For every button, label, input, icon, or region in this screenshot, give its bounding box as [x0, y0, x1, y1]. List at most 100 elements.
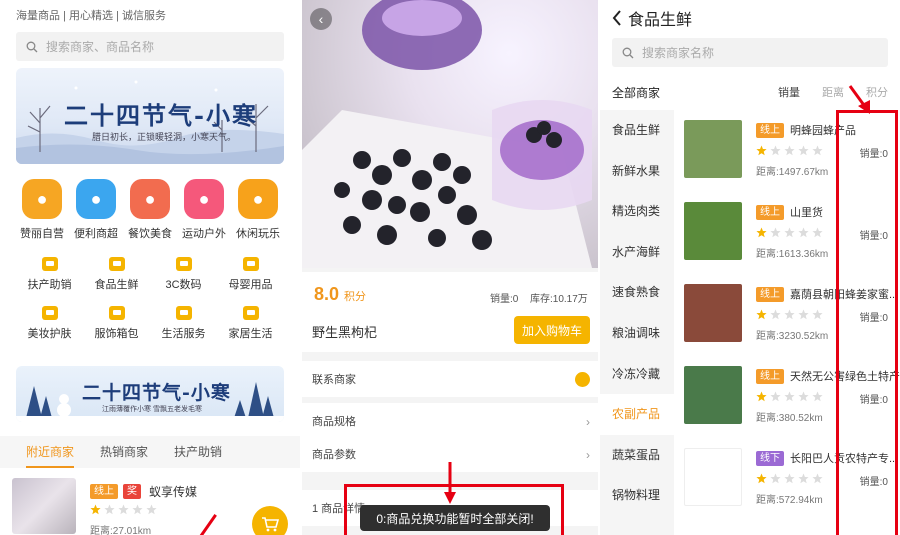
category-label: 便利商超 — [74, 228, 118, 240]
subcategory-item[interactable]: 3C数码 — [150, 257, 217, 292]
sidebar-item[interactable]: 冷冻冷藏 — [600, 354, 674, 395]
category-label: 餐饮美食 — [128, 228, 172, 240]
sidebar-item[interactable]: 食品生鲜 — [600, 110, 674, 151]
subcategory-icon — [242, 306, 259, 320]
sidebar-item[interactable]: 粮油调味 — [600, 313, 674, 354]
category-item[interactable]: ● 便利商超 — [70, 179, 122, 241]
star-icon — [90, 504, 101, 515]
contact-merchant-row[interactable]: 联系商家 — [302, 361, 598, 397]
subcategory-item[interactable]: 食品生鲜 — [83, 257, 150, 292]
sidebar-item[interactable]: 速食熟食 — [600, 272, 674, 313]
star-icon — [756, 391, 767, 402]
star-icon — [146, 504, 157, 515]
sidebar-item[interactable]: 农副产品 — [600, 394, 674, 435]
toast-message: 0:商品兑换功能暂时全部关闭! — [360, 505, 550, 531]
star-icon — [770, 309, 781, 320]
all-merchants-label[interactable]: 全部商家 — [612, 84, 660, 101]
rating-stars — [90, 504, 157, 515]
subcategory-item[interactable]: 家居生活 — [217, 306, 284, 341]
product-spec-row[interactable]: 商品规格 › — [302, 403, 598, 439]
status-tag: 线上 — [756, 122, 784, 138]
rating-stars — [756, 227, 823, 238]
rating-stars — [756, 309, 823, 320]
sidebar-item[interactable]: 新鲜水果 — [600, 151, 674, 192]
search-input[interactable]: 搜索商家名称 — [612, 38, 888, 67]
star-icon — [798, 227, 809, 238]
subcategory-label: 生活服务 — [161, 328, 206, 340]
sidebar-item[interactable]: 水产海鲜 — [600, 232, 674, 273]
subcategory-icon — [108, 306, 125, 320]
subcategory-item[interactable]: 服饰箱包 — [83, 306, 150, 341]
merchant-thumbnail — [12, 478, 76, 534]
product-photo: ‹ — [302, 0, 598, 268]
sort-sales[interactable]: 销量 — [778, 84, 800, 100]
search-input[interactable]: 搜索商家、商品名称 — [16, 32, 284, 61]
cart-button[interactable] — [252, 506, 288, 535]
subcategory-item[interactable]: 母婴用品 — [217, 257, 284, 292]
subcategory-icon — [175, 306, 192, 320]
subcategory-item[interactable]: 美妆护肤 — [16, 306, 83, 341]
star-icon — [812, 309, 823, 320]
category-sidebar: 食品生鲜 新鲜水果 精选肉类 水产海鲜 速食熟食 粮油调味 冷冻冷藏 农副产品 蔬菜蛋品 锅物料理 — [600, 110, 674, 535]
product-detail-panel: ‹ 8.0 积分 销量:0 库存:10.17万 野生黑枸杞 加入购物车 联系商家… — [302, 0, 598, 535]
merchant-thumbnail — [684, 284, 742, 342]
chevron-right-icon: › — [586, 415, 590, 429]
star-icon — [784, 145, 795, 156]
tab-hot[interactable]: 热销商家 — [100, 436, 148, 468]
banner-subtitle: 腊日初长，正锁暖轻洞，小寒天气。 — [92, 132, 237, 142]
subcategory-label: 母婴用品 — [228, 279, 273, 291]
price-value: 8.0 — [314, 284, 340, 304]
tab-support[interactable]: 扶产助销 — [174, 436, 222, 468]
category-item[interactable]: ● 休闲玩乐 — [232, 179, 284, 241]
merchant-thumbnail — [684, 120, 742, 178]
star-icon — [118, 504, 129, 515]
category-icon: ● — [130, 179, 170, 219]
sort-distance[interactable]: 距离 — [822, 84, 844, 100]
star-icon — [798, 391, 809, 402]
back-arrow-icon[interactable] — [612, 10, 622, 26]
subcategory-label: 服饰箱包 — [94, 328, 139, 340]
row-label: 联系商家 — [312, 374, 356, 386]
back-button[interactable]: ‹ — [310, 8, 332, 30]
merchant-distance: 距离:3230.52km — [756, 331, 829, 342]
category-grid: ● 赞丽自营 ● 便利商超 ● 餐饮美食 ● 运动户外 ● 休闲玩乐 — [16, 179, 284, 241]
product-info: 8.0 积分 销量:0 库存:10.17万 野生黑枸杞 加入购物车 — [302, 272, 598, 352]
sidebar-item[interactable]: 锅物料理 — [600, 475, 674, 516]
category-item[interactable]: ● 赞丽自营 — [16, 179, 68, 241]
row-label: 商品参数 — [312, 449, 356, 461]
merchant-distance: 距离:380.52km — [756, 413, 823, 424]
star-icon — [770, 473, 781, 484]
star-icon — [784, 309, 795, 320]
stock-count: 库存:10.17万 — [530, 294, 588, 305]
subcategory-label: 美妆护肤 — [27, 328, 72, 340]
star-icon — [770, 145, 781, 156]
merchant-distance: 距离:1613.36km — [756, 249, 829, 260]
banner-xiaohan[interactable]: 二十四节气-小寒 腊日初长，正锁暖轻洞，小寒天气。 — [16, 68, 284, 164]
category-item[interactable]: ● 餐饮美食 — [124, 179, 176, 241]
status-tag: 线上 — [756, 286, 784, 302]
sidebar-item[interactable]: 蔬菜蛋品 — [600, 435, 674, 476]
star-icon — [798, 309, 809, 320]
tab-nearby[interactable]: 附近商家 — [26, 436, 75, 468]
category-item[interactable]: ● 运动户外 — [178, 179, 230, 241]
subcategory-label: 家居生活 — [228, 328, 273, 340]
subcategory-item[interactable]: 扶产助销 — [16, 257, 83, 292]
star-icon — [784, 473, 795, 484]
sidebar-item[interactable]: 精选肉类 — [600, 191, 674, 232]
chevron-right-icon: › — [586, 448, 590, 462]
category-icon: ● — [76, 179, 116, 219]
merchant-name: 山里货 — [790, 207, 823, 219]
merchant-distance: 距离:27.01km — [90, 526, 152, 535]
rating-stars — [756, 473, 823, 484]
subcategory-icon — [242, 257, 259, 271]
star-icon — [784, 391, 795, 402]
category-icon: ● — [22, 179, 62, 219]
banner-xiaohan-2[interactable]: 二十四节气-小寒 江雨薄覆作小寒 雪飘五老发毛寒 — [16, 366, 284, 422]
chevron-left-icon: ‹ — [318, 11, 324, 27]
sales-count: 销量:0 — [490, 294, 519, 305]
category-label: 赞丽自营 — [20, 228, 64, 240]
subcategory-item[interactable]: 生活服务 — [150, 306, 217, 341]
add-to-cart-button[interactable]: 加入购物车 — [514, 316, 590, 344]
star-icon — [756, 309, 767, 320]
star-icon — [784, 227, 795, 238]
